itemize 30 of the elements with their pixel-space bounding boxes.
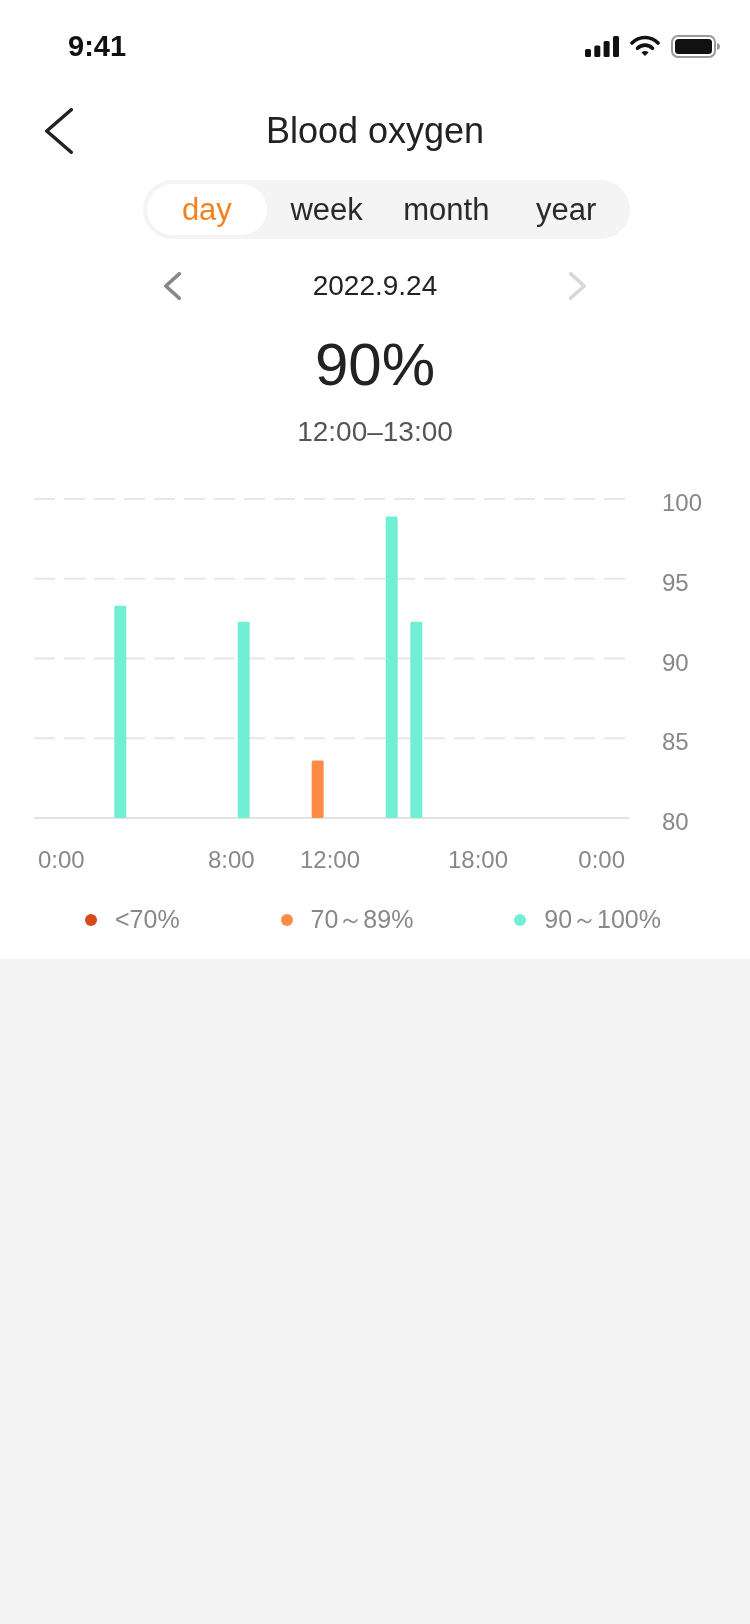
battery-icon [671,34,720,58]
period-tab[interactable]: month [386,184,507,235]
x-axis-label: 12:00 [299,846,361,873]
signal-icon [585,35,619,57]
y-axis-label: 90 [662,648,689,676]
chevron-left-icon [164,272,181,300]
x-axis-label: 0:00 [38,846,85,873]
chevron-left-icon [45,108,73,154]
period-tab[interactable]: week [266,184,387,235]
x-axis-label: 8:00 [207,846,255,873]
time-range: 12:00–13:00 [297,415,453,449]
chevron-right-icon [569,272,586,300]
y-axis-label: 85 [662,728,689,756]
x-axis-label: 18:00 [447,846,509,873]
legend-label: 90～100% [544,904,661,935]
legend-label: 70～89% [310,904,414,935]
chart-bar [311,760,324,818]
wifi-icon [630,35,660,57]
status-time: 9:41 [68,29,127,63]
legend-label: <70% [115,905,180,934]
y-axis-label: 95 [662,568,689,596]
y-axis-label: 100 [662,489,703,516]
y-axis-label: 80 [662,808,689,835]
page-title: Blood oxygen [265,110,485,152]
period-tab[interactable]: year [506,184,626,235]
back-button[interactable] [45,108,73,154]
date-label: 2022.9.24 [312,270,438,302]
oxygen-value: 90% [314,330,436,400]
previous-date-button[interactable] [164,272,181,300]
x-axis-label: 0:00 [578,846,625,873]
